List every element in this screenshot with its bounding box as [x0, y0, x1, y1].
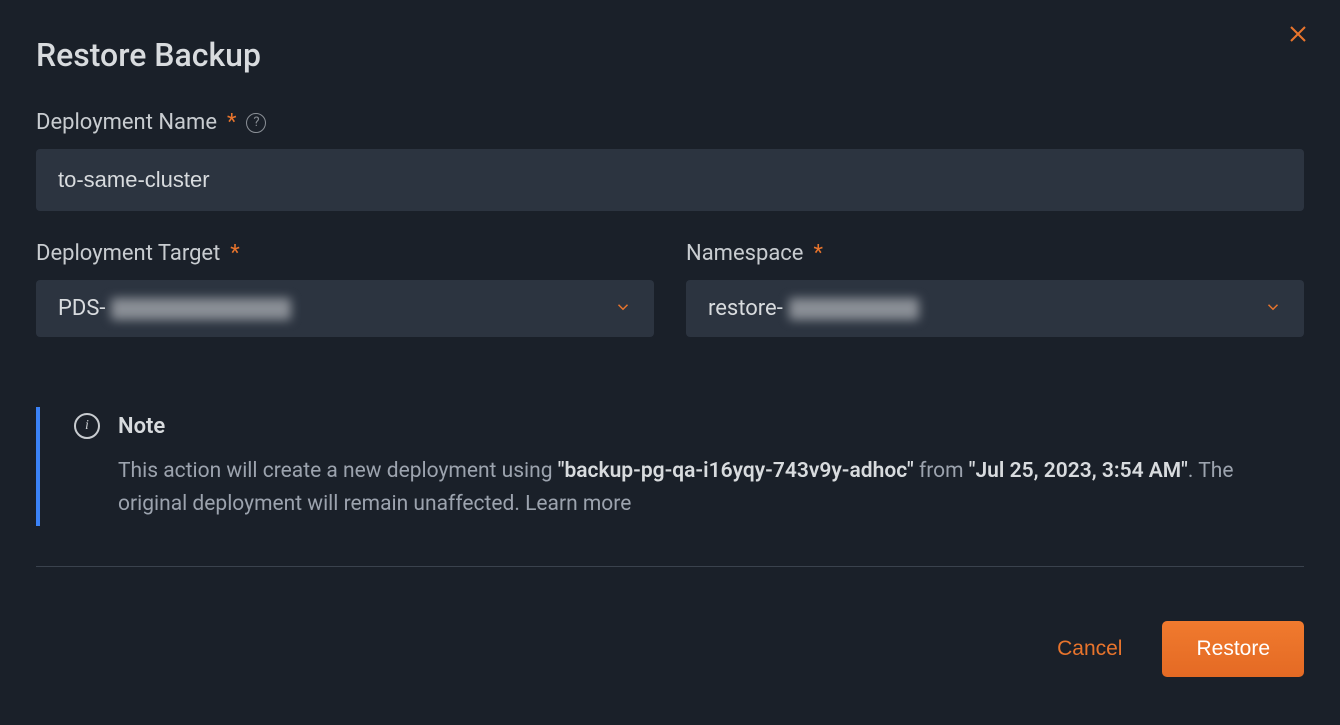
deployment-name-field: Deployment Name * ?: [36, 110, 1304, 211]
chevron-down-icon: [1264, 298, 1282, 320]
note-title: Note: [118, 414, 165, 439]
required-asterisk: *: [813, 241, 822, 266]
required-asterisk: *: [227, 110, 236, 135]
learn-more-link[interactable]: Learn more: [525, 492, 631, 516]
namespace-prefix: restore-: [708, 296, 783, 321]
modal-footer: Cancel Restore: [36, 621, 1304, 677]
deployment-name-label: Deployment Name: [36, 110, 217, 135]
required-asterisk: *: [230, 241, 239, 266]
deployment-target-prefix: PDS-: [58, 296, 105, 321]
redacted-text: xxxx: [111, 298, 291, 320]
namespace-value: restore-xxxx: [708, 296, 919, 321]
note-box: i Note This action will create a new dep…: [36, 407, 1304, 526]
deployment-name-input[interactable]: [36, 149, 1304, 211]
note-backup-time: "Jul 25, 2023, 3:54 AM": [969, 459, 1188, 483]
note-text-prefix: This action will create a new deployment…: [118, 459, 558, 483]
restore-button[interactable]: Restore: [1162, 621, 1304, 677]
cancel-button[interactable]: Cancel: [1047, 625, 1132, 673]
namespace-select[interactable]: restore-xxxx: [686, 280, 1304, 337]
chevron-down-icon: [614, 298, 632, 320]
close-icon: [1286, 22, 1310, 46]
info-icon: i: [74, 413, 100, 439]
redacted-text: xxxx: [789, 298, 919, 320]
namespace-field: Namespace * restore-xxxx: [686, 241, 1304, 337]
divider: [36, 566, 1304, 567]
note-backup-name: "backup-pg-qa-i16yqy-743v9y-adhoc": [558, 459, 914, 483]
help-icon[interactable]: ?: [246, 113, 266, 133]
note-text-mid: from: [914, 459, 969, 483]
note-text: This action will create a new deployment…: [118, 455, 1304, 520]
modal-title: Restore Backup: [36, 36, 1304, 74]
deployment-target-field: Deployment Target * PDS-xxxx: [36, 241, 654, 337]
deployment-target-select[interactable]: PDS-xxxx: [36, 280, 654, 337]
close-button[interactable]: [1286, 22, 1310, 46]
namespace-label: Namespace: [686, 241, 803, 266]
deployment-target-value: PDS-xxxx: [58, 296, 291, 321]
deployment-target-label: Deployment Target: [36, 241, 220, 266]
